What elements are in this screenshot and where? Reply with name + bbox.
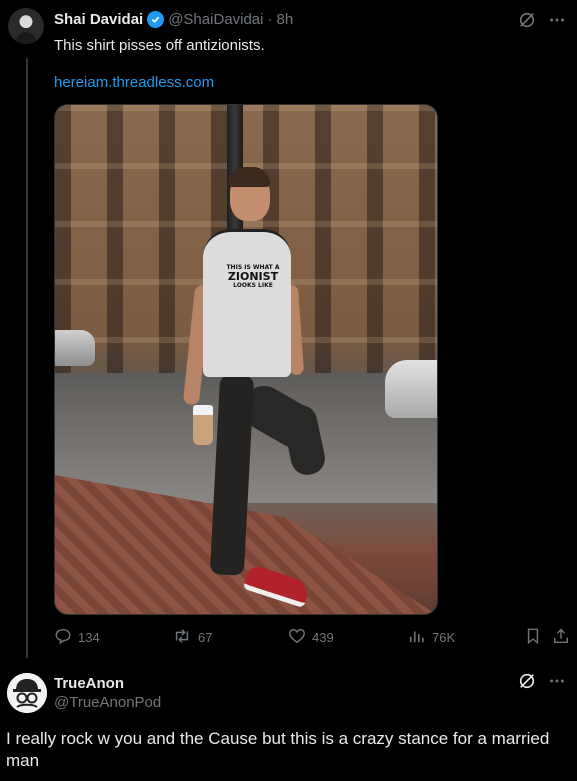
more-icon[interactable] (547, 10, 567, 30)
like-icon (288, 627, 306, 648)
coffee-cup (193, 405, 213, 445)
parked-car (385, 360, 437, 418)
grok-icon[interactable] (517, 10, 537, 30)
bookmark-icon (525, 627, 541, 648)
tweet-actions: 134 67 439 76K (54, 627, 570, 649)
shirt-print: THIS IS WHAT A ZIONIST LOOKS LIKE (223, 264, 283, 289)
bookmark-button[interactable] (525, 627, 541, 648)
t-shirt (203, 229, 291, 377)
verified-badge-icon (147, 11, 165, 28)
share-icon (552, 627, 570, 648)
tweet-top-actions (517, 10, 567, 30)
reply-author-handle[interactable]: @TrueAnonPod (54, 694, 161, 711)
repost-count: 67 (198, 630, 213, 645)
reply-text: I really rock w you and the Cause but th… (6, 729, 550, 770)
shirt-line-3: LOOKS LIKE (233, 281, 273, 289)
thread-line (26, 58, 28, 658)
person-hair (228, 167, 270, 187)
reply-top-actions (517, 671, 567, 691)
like-button[interactable]: 439 (288, 627, 334, 648)
grok-icon[interactable] (517, 671, 537, 691)
repost-button[interactable]: 67 (172, 627, 212, 648)
like-count: 439 (312, 630, 334, 645)
share-button[interactable] (552, 627, 570, 648)
parked-car-left (55, 330, 95, 366)
views-icon (408, 627, 426, 648)
repost-icon (172, 627, 192, 648)
reply-count: 134 (78, 630, 100, 645)
views-count: 76K (432, 630, 456, 645)
tweet-text: This shirt pisses off antizionists. (54, 37, 265, 54)
reply-icon (54, 627, 72, 648)
reply-author-name[interactable]: TrueAnon (54, 675, 124, 692)
separator-dot: · (267, 11, 273, 28)
tweet-link[interactable]: hereiam.threadless.com (54, 74, 214, 91)
tweet-time[interactable]: 8h (276, 11, 293, 28)
more-icon[interactable] (547, 671, 567, 691)
tweet-photo[interactable]: THIS IS WHAT A ZIONIST LOOKS LIKE (54, 104, 438, 615)
avatar[interactable] (8, 8, 44, 44)
tweet-header: Shai Davidai @ShaiDavidai · 8h (54, 11, 293, 28)
reply-avatar[interactable] (7, 673, 47, 713)
author-name[interactable]: Shai Davidai (54, 11, 143, 28)
views-button[interactable]: 76K (408, 627, 455, 648)
author-handle[interactable]: @ShaiDavidai (168, 11, 263, 28)
reply-button[interactable]: 134 (54, 627, 100, 648)
